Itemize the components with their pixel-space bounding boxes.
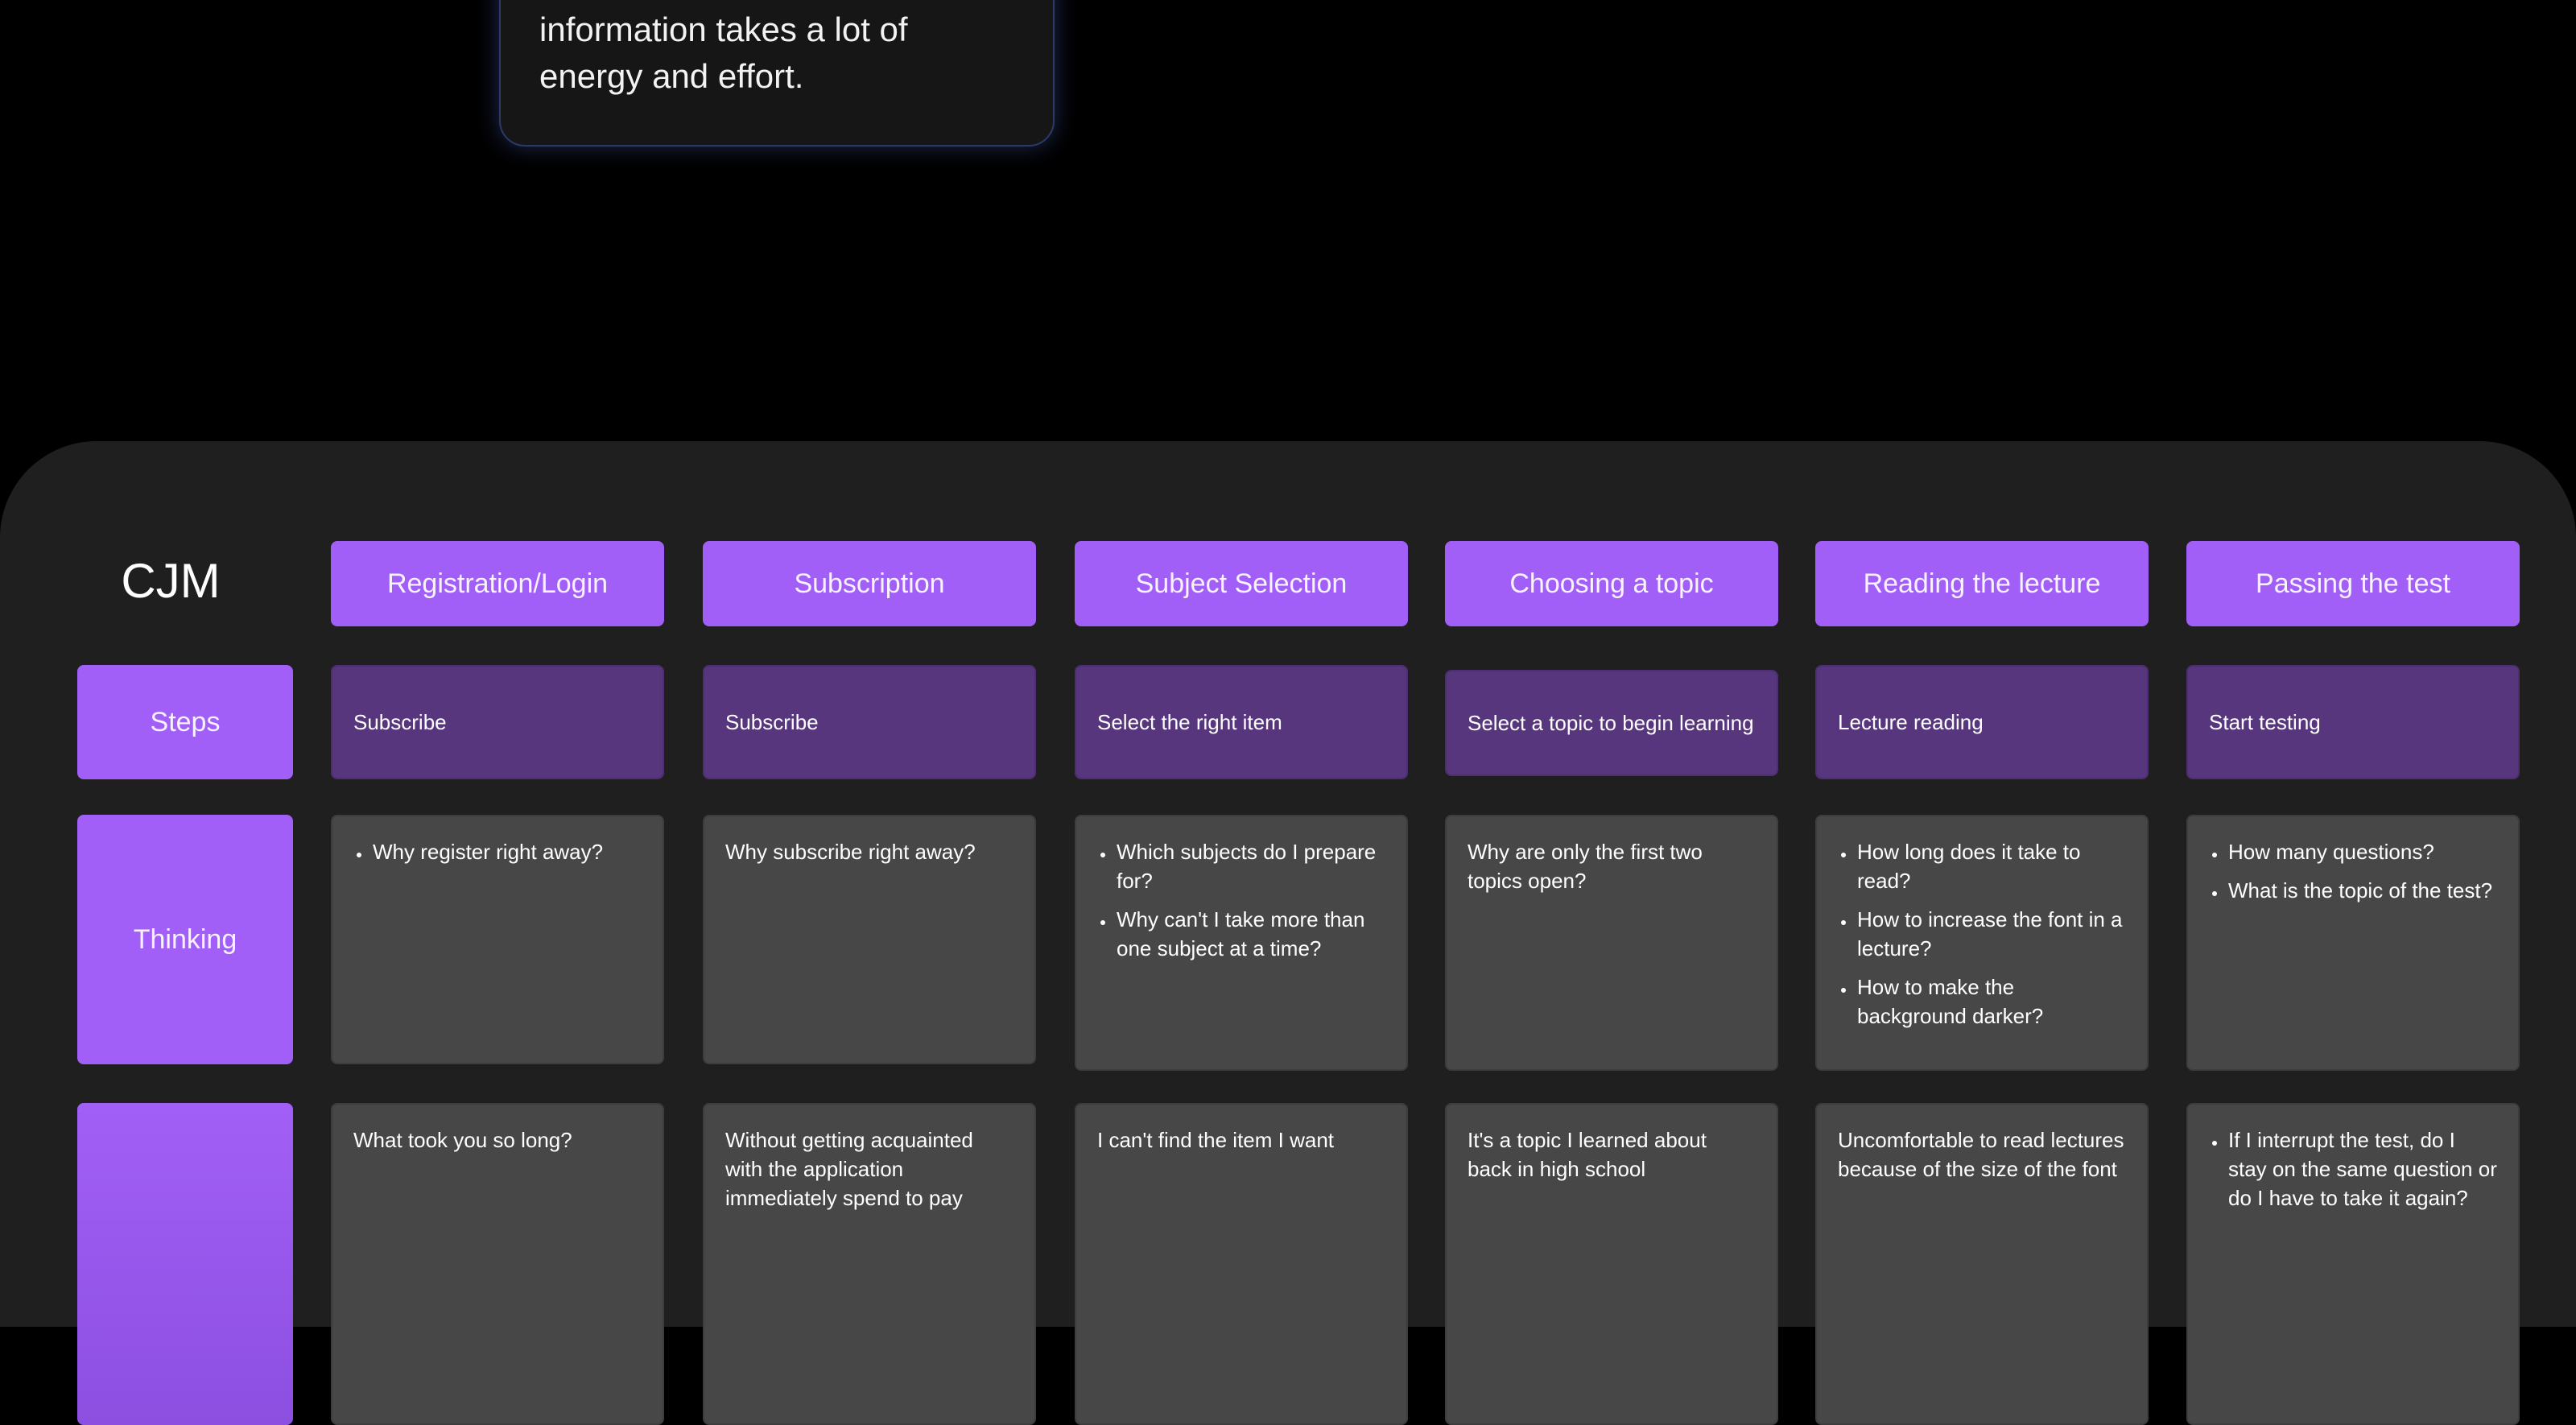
feeling-card[interactable]: It's a topic I learned about back in hig…	[1445, 1103, 1778, 1425]
thinking-card[interactable]: Why are only the first two topics open?	[1445, 815, 1778, 1071]
note-item: Why register right away?	[371, 837, 642, 866]
thinking-card[interactable]: Why register right away?	[331, 815, 664, 1064]
thinking-card[interactable]: How many questions? What is the topic of …	[2186, 815, 2520, 1071]
stage-header-choosing-topic[interactable]: Choosing a topic	[1445, 541, 1778, 626]
note-text: Without getting acquainted with the appl…	[725, 1128, 973, 1210]
note-item: Why can't I take more than one subject a…	[1115, 905, 1385, 963]
step-card[interactable]: Lecture reading	[1815, 665, 2149, 779]
note-list: How long does it take to read? How to inc…	[1838, 837, 2126, 1031]
note-list: Which subjects do I prepare for? Why can'…	[1097, 837, 1385, 963]
thinking-card[interactable]: How long does it take to read? How to inc…	[1815, 815, 2149, 1071]
note-item: How long does it take to read?	[1856, 837, 2126, 895]
quote-card: information takes a lot of energy and ef…	[499, 0, 1055, 147]
feeling-card[interactable]: I can't find the item I want	[1075, 1103, 1408, 1425]
note-text: It's a topic I learned about back in hig…	[1468, 1128, 1707, 1181]
note-text: Why are only the first two topics open?	[1468, 840, 1703, 893]
quote-line-2: energy and effort.	[539, 57, 804, 95]
note-item: Which subjects do I prepare for?	[1115, 837, 1385, 895]
step-card[interactable]: Select the right item	[1075, 665, 1408, 779]
note-text: I can't find the item I want	[1097, 1128, 1334, 1152]
feeling-card[interactable]: If I interrupt the test, do I stay on th…	[2186, 1103, 2520, 1425]
feeling-card[interactable]: Uncomfortable to read lectures because o…	[1815, 1103, 2149, 1425]
row-label-emotions[interactable]	[77, 1103, 293, 1425]
stage-header-subject-selection[interactable]: Subject Selection	[1075, 541, 1408, 626]
note-list: Why register right away?	[353, 837, 642, 866]
stage-header-subscription[interactable]: Subscription	[703, 541, 1036, 626]
feeling-card[interactable]: What took you so long?	[331, 1103, 664, 1425]
note-item: How many questions?	[2227, 837, 2497, 866]
stage-header-registration[interactable]: Registration/Login	[331, 541, 664, 626]
note-item: If I interrupt the test, do I stay on th…	[2227, 1126, 2497, 1212]
note-text: What took you so long?	[353, 1128, 572, 1152]
row-label-thinking[interactable]: Thinking	[77, 815, 293, 1064]
thinking-card[interactable]: Why subscribe right away?	[703, 815, 1036, 1064]
note-item: How to increase the font in a lecture?	[1856, 905, 2126, 963]
cjm-title: CJM	[121, 554, 221, 608]
note-list: How many questions? What is the topic of …	[2209, 837, 2497, 905]
row-label-steps[interactable]: Steps	[77, 665, 293, 779]
note-item: What is the topic of the test?	[2227, 876, 2497, 905]
feeling-card[interactable]: Without getting acquainted with the appl…	[703, 1103, 1036, 1425]
stage-header-reading-lecture[interactable]: Reading the lecture	[1815, 541, 2149, 626]
quote-line-1: information takes a lot of	[539, 10, 908, 48]
note-text: Why subscribe right away?	[725, 840, 976, 864]
step-card[interactable]: Subscribe	[703, 665, 1036, 779]
thinking-card[interactable]: Which subjects do I prepare for? Why can'…	[1075, 815, 1408, 1071]
step-card[interactable]: Select a topic to begin learning	[1445, 670, 1778, 776]
note-text: Uncomfortable to read lectures because o…	[1838, 1128, 2124, 1181]
step-card[interactable]: Subscribe	[331, 665, 664, 779]
cjm-board: CJM Registration/Login Subscription Subj…	[0, 441, 2576, 1425]
step-card[interactable]: Start testing	[2186, 665, 2520, 779]
note-item: How to make the background darker?	[1856, 973, 2126, 1031]
stage-header-passing-test[interactable]: Passing the test	[2186, 541, 2520, 626]
note-list: If I interrupt the test, do I stay on th…	[2209, 1126, 2497, 1212]
